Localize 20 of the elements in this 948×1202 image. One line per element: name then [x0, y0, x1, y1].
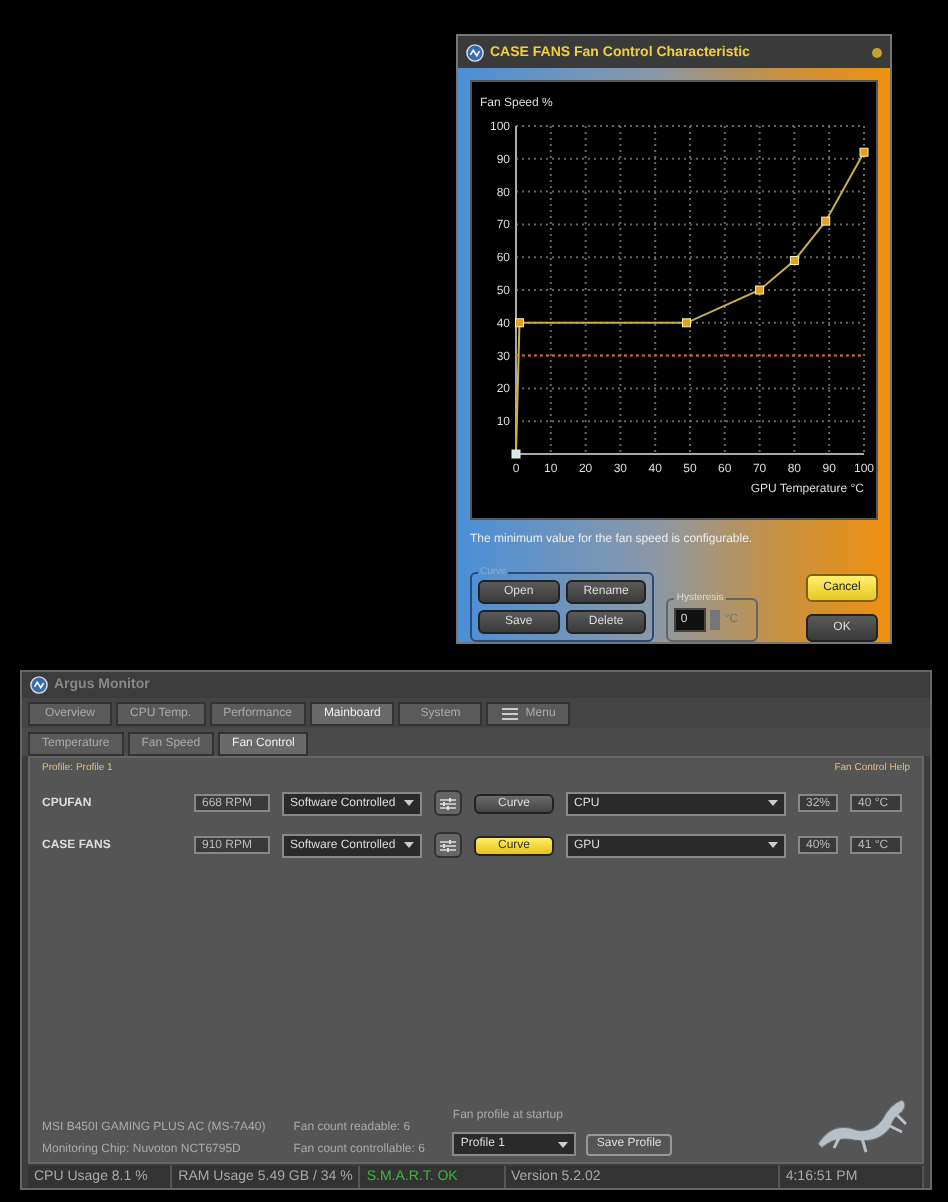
caret-icon — [768, 800, 778, 806]
caret-icon — [768, 842, 778, 848]
settings-button[interactable] — [434, 832, 462, 858]
caret-icon — [558, 1141, 569, 1147]
sliders-icon — [440, 839, 456, 851]
caret-icon — [404, 842, 414, 848]
menu-icon — [501, 708, 518, 720]
settings-button[interactable] — [434, 790, 462, 816]
curve-point[interactable] — [789, 256, 799, 265]
curve-point[interactable] — [682, 318, 691, 328]
caret-icon — [404, 800, 414, 806]
curve-point[interactable] — [515, 318, 524, 328]
pin-icon[interactable] — [872, 47, 882, 57]
curve-point[interactable] — [511, 449, 521, 459]
sliders-icon — [440, 797, 456, 809]
curve-point[interactable] — [755, 285, 765, 295]
app-logo-icon — [30, 676, 48, 694]
curve-point[interactable] — [821, 216, 831, 226]
curve-point[interactable] — [859, 147, 869, 157]
app-logo-icon — [466, 43, 484, 61]
